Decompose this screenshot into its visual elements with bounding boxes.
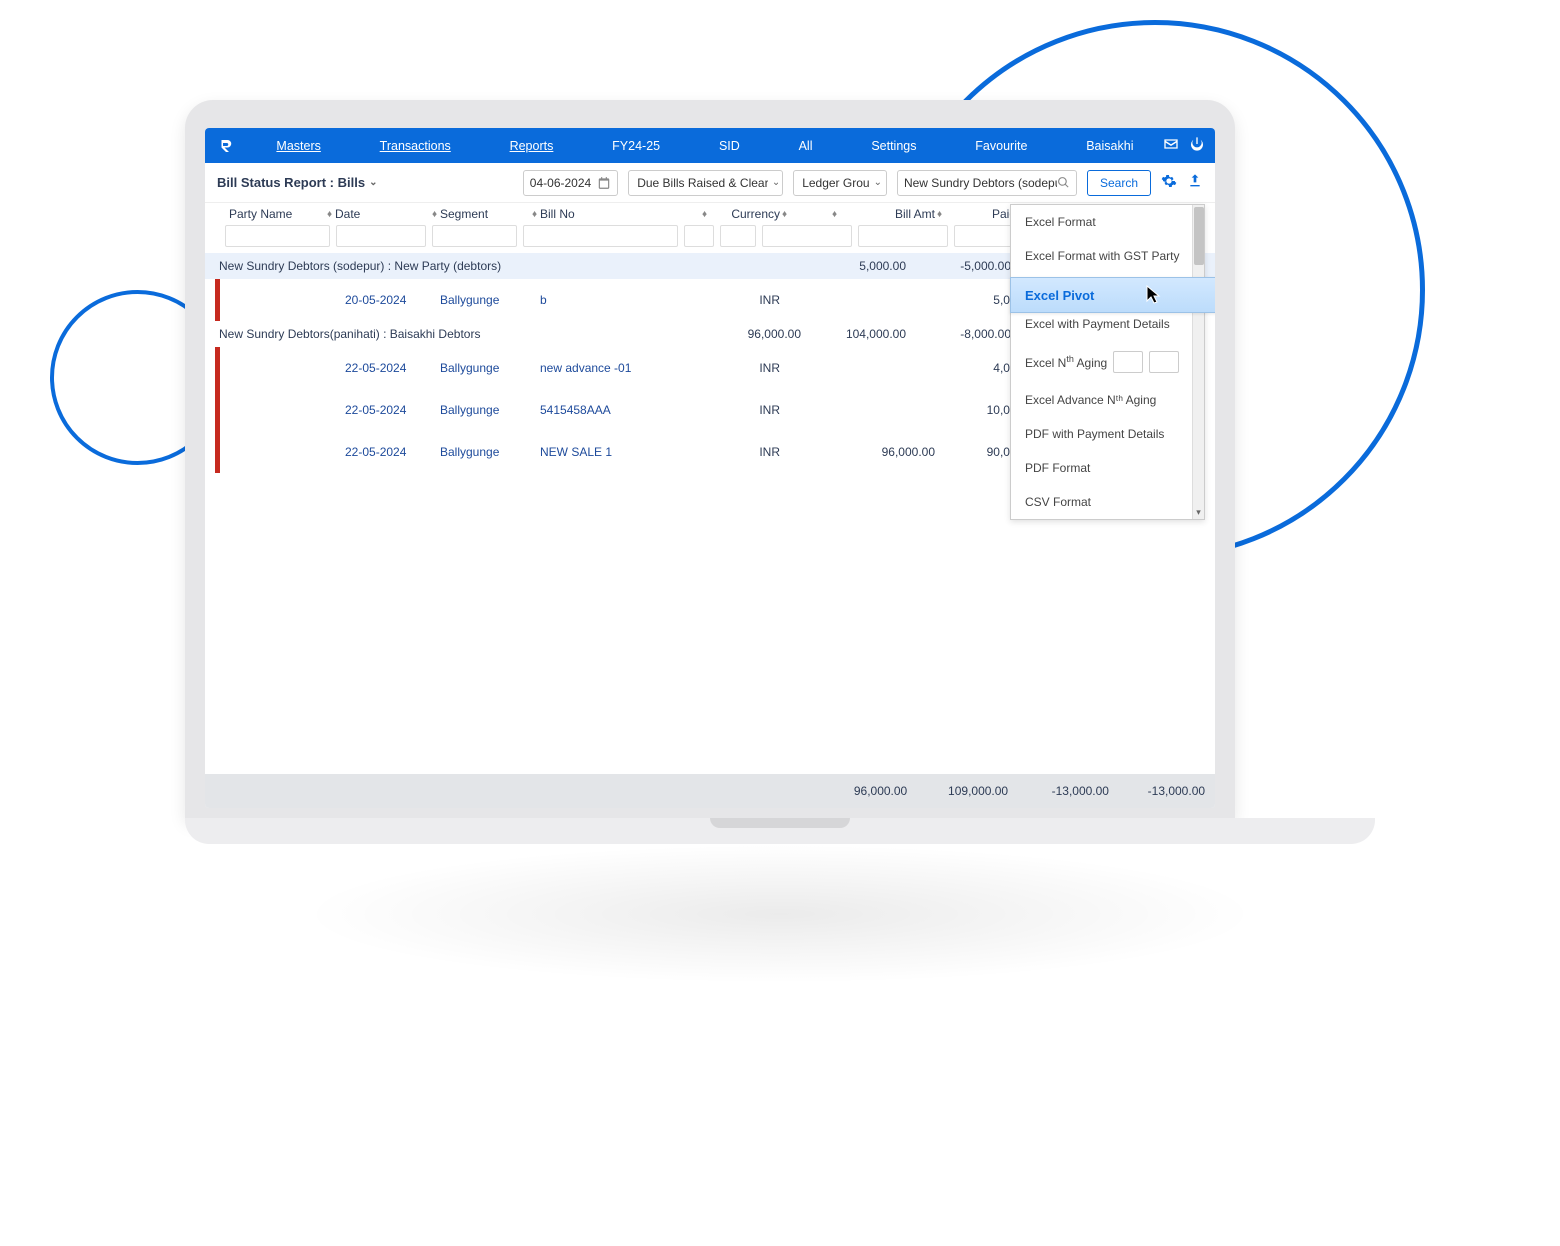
nav-masters[interactable]: Masters <box>276 139 320 153</box>
filter-segment[interactable] <box>432 225 517 247</box>
col-party-name[interactable]: Party Name <box>215 207 325 221</box>
filter-billno[interactable] <box>523 225 678 247</box>
export-excel-format[interactable]: Excel Format <box>1011 205 1204 239</box>
date-picker[interactable]: 04-06-2024 <box>523 170 618 196</box>
filter-party[interactable] <box>225 225 330 247</box>
filter-currency[interactable] <box>684 225 714 247</box>
filter-due-bills[interactable]: Due Bills Raised & Cleared till G⌄ <box>628 170 783 196</box>
nav-reports[interactable]: Reports <box>510 139 554 153</box>
hover-label: Excel Pivot <box>1025 288 1094 303</box>
export-dropdown: Excel Format Excel Format with GST Party… <box>1010 204 1205 520</box>
mail-icon[interactable] <box>1163 136 1179 155</box>
col-date[interactable]: Date <box>335 207 430 221</box>
laptop-shadow <box>300 844 1260 984</box>
total-extra: -13,000.00 <box>1119 784 1205 798</box>
status-bar <box>215 431 220 473</box>
ledger-search-field[interactable]: New Sundry Debtors (sodepur),New Sui <box>897 170 1077 196</box>
power-icon[interactable] <box>1189 136 1205 155</box>
hover-highlight: Excel Pivot <box>1010 277 1215 313</box>
chevron-down-icon: ⌄ <box>874 177 882 188</box>
dropdown-scrollbar[interactable]: ▾ <box>1192 205 1204 519</box>
col-bill-amt[interactable]: Bill Amt <box>840 207 935 221</box>
export-excel-adv-aging[interactable]: Excel Advance Nᵗʰ Aging <box>1011 383 1204 417</box>
app-screen: Masters Transactions Reports FY24-25 SID… <box>205 128 1215 808</box>
nav-favourite[interactable]: Favourite <box>975 139 1027 153</box>
search-button[interactable]: Search <box>1087 170 1151 196</box>
filter-bamt[interactable] <box>762 225 852 247</box>
sort-icon[interactable]: ♦ <box>700 209 709 220</box>
total-bill-amt: 96,000.00 <box>816 784 907 798</box>
nav-user[interactable]: Baisakhi <box>1086 139 1133 153</box>
toolbar: Bill Status Report : Bills ⌄ 04-06-2024 … <box>205 163 1215 203</box>
sort-icon[interactable]: ♦ <box>530 209 539 220</box>
report-title-text: Bill Status Report : Bills <box>217 175 365 190</box>
top-nav: Masters Transactions Reports FY24-25 SID… <box>205 128 1215 163</box>
search-icon <box>1057 176 1070 189</box>
status-bar <box>215 389 220 431</box>
nav-settings[interactable]: Settings <box>871 139 916 153</box>
filter-spacer[interactable] <box>720 225 756 247</box>
filter-pamt[interactable] <box>858 225 948 247</box>
nav-transactions[interactable]: Transactions <box>380 139 451 153</box>
status-bar <box>215 347 220 389</box>
total-due-amt: -13,000.00 <box>1018 784 1109 798</box>
gear-icon[interactable] <box>1161 173 1177 192</box>
calendar-icon <box>597 176 611 190</box>
nav-sid[interactable]: SID <box>719 139 740 153</box>
export-csv-format[interactable]: CSV Format <box>1011 485 1204 519</box>
aging-input-1[interactable] <box>1113 351 1143 373</box>
sort-icon[interactable]: ♦ <box>935 209 944 220</box>
sort-icon[interactable]: ♦ <box>325 209 334 220</box>
export-icon[interactable] <box>1187 173 1203 192</box>
export-pdf-payment[interactable]: PDF with Payment Details <box>1011 417 1204 451</box>
group-name: New Sundry Debtors (sodepur) : New Party… <box>219 259 706 273</box>
sort-icon[interactable]: ♦ <box>780 209 789 220</box>
filter-date[interactable] <box>336 225 426 247</box>
laptop-base <box>185 818 1375 844</box>
col-segment[interactable]: Segment <box>440 207 530 221</box>
sort-icon[interactable]: ♦ <box>430 209 439 220</box>
laptop-mockup: Masters Transactions Reports FY24-25 SID… <box>185 100 1375 984</box>
chevron-down-icon: ⌄ <box>772 177 778 188</box>
export-pdf-format[interactable]: PDF Format <box>1011 451 1204 485</box>
group-name: New Sundry Debtors(panihati) : Baisakhi … <box>219 327 706 341</box>
filter-ledger-group[interactable]: Ledger Grou⌄ <box>793 170 887 196</box>
status-bar <box>215 279 220 321</box>
export-excel-gst[interactable]: Excel Format with GST Party <box>1011 239 1204 273</box>
totals-row: 96,000.00 109,000.00 -13,000.00 -13,000.… <box>205 774 1215 808</box>
report-title[interactable]: Bill Status Report : Bills ⌄ <box>217 175 377 190</box>
nav-fy[interactable]: FY24-25 <box>612 139 660 153</box>
sort-icon[interactable]: ♦ <box>830 209 839 220</box>
aging-input-2[interactable] <box>1149 351 1179 373</box>
date-value: 04-06-2024 <box>530 176 591 190</box>
nav-items: Masters Transactions Reports FY24-25 SID… <box>247 139 1163 153</box>
export-excel-nth-aging[interactable]: Excel Nth Aging <box>1011 341 1204 383</box>
chevron-down-icon: ⌄ <box>369 177 377 188</box>
total-paid-amt: 109,000.00 <box>917 784 1008 798</box>
col-bill-no[interactable]: Bill No <box>540 207 700 221</box>
col-currency[interactable]: Currency <box>710 207 780 221</box>
nav-all[interactable]: All <box>799 139 813 153</box>
cursor-icon <box>1146 285 1162 305</box>
app-logo[interactable] <box>215 135 237 157</box>
